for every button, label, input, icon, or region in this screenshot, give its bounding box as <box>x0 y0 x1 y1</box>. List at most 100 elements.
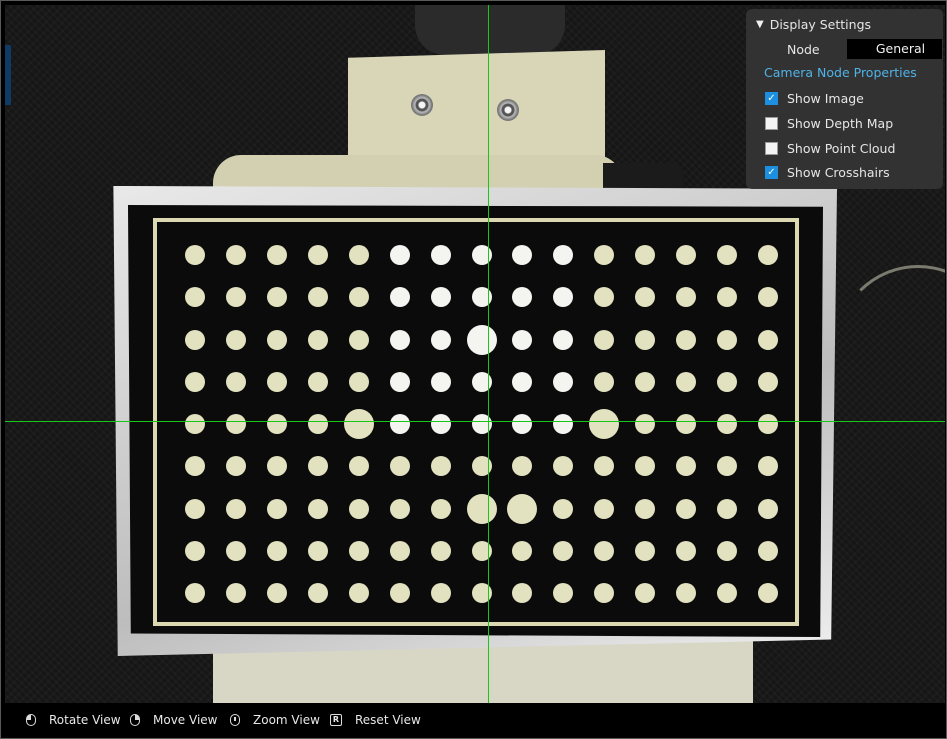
calibration-dot <box>389 245 410 265</box>
calibration-dot <box>512 371 533 392</box>
show-point-cloud-option[interactable]: Show Point Cloud <box>765 141 895 156</box>
calibration-dot <box>594 287 615 308</box>
calibration-dot <box>512 414 533 434</box>
calibration-dot <box>635 540 656 561</box>
calibration-dot <box>307 498 328 519</box>
calibration-dot <box>185 245 205 265</box>
show-image-checkbox[interactable]: ✓ <box>765 92 778 105</box>
calibration-dot <box>758 498 778 519</box>
rotate-view-label: Rotate View <box>49 713 121 727</box>
calibration-dot <box>389 329 410 350</box>
calibration-dot <box>225 371 246 392</box>
calibration-dot <box>225 498 246 519</box>
calibration-dot <box>635 245 656 265</box>
calibration-dot <box>185 287 205 308</box>
calibration-dot <box>348 540 369 561</box>
calibration-dot <box>307 583 328 603</box>
viewer-window: ▼ Display Settings Node General Camera N… <box>0 0 947 739</box>
calibration-dot <box>635 414 656 434</box>
calibration-dot <box>225 583 246 603</box>
rotate-view-hint[interactable]: Rotate View <box>26 713 121 727</box>
display-settings-header[interactable]: ▼ Display Settings <box>756 17 871 32</box>
calibration-dot <box>185 414 205 434</box>
calibration-dot <box>185 329 205 350</box>
calibration-dot <box>348 329 369 350</box>
show-crosshairs-label: Show Crosshairs <box>787 165 890 180</box>
calibration-dot <box>676 583 697 603</box>
show-crosshairs-checkbox[interactable]: ✓ <box>765 166 778 179</box>
calibration-dot <box>430 245 451 265</box>
calibration-dot <box>553 371 574 392</box>
calibration-dot <box>266 287 287 308</box>
show-image-option[interactable]: ✓ Show Image <box>765 91 864 106</box>
move-view-label: Move View <box>153 713 218 727</box>
calibration-dot <box>717 287 738 308</box>
move-view-hint[interactable]: Move View <box>130 713 217 727</box>
calibration-marker-dot <box>466 493 497 524</box>
calibration-dot <box>635 287 656 308</box>
node-label: Node <box>787 42 820 57</box>
reset-view-hint[interactable]: R Reset View <box>330 713 421 727</box>
calibration-dot <box>307 329 328 350</box>
calibration-dot <box>266 329 287 350</box>
mouse-left-icon <box>26 714 36 726</box>
controls-hint-bar: Rotate View Move View Zoom View R Reset … <box>2 703 945 738</box>
collapse-triangle-icon[interactable]: ▼ <box>756 19 764 30</box>
zoom-view-label: Zoom View <box>253 713 320 727</box>
node-row: Node General <box>746 39 943 59</box>
calibration-dot <box>717 371 738 392</box>
calibration-dot <box>553 456 574 477</box>
calibration-dot <box>553 540 574 561</box>
show-depth-map-label: Show Depth Map <box>787 116 894 131</box>
show-crosshairs-option[interactable]: ✓ Show Crosshairs <box>765 165 890 180</box>
calibration-dot <box>266 583 287 603</box>
calibration-dot <box>430 414 451 434</box>
calibration-dot <box>430 498 451 519</box>
calibration-dot <box>594 371 615 392</box>
calibration-dot <box>512 245 533 265</box>
calibration-dot <box>348 245 369 265</box>
calibration-dot <box>758 329 778 350</box>
calibration-dot <box>225 287 246 308</box>
calibration-dot <box>348 583 369 603</box>
calibration-dot <box>635 498 656 519</box>
calibration-dot <box>225 540 246 561</box>
calibration-dot <box>553 329 574 350</box>
calibration-marker-dot <box>507 493 538 524</box>
calibration-dot <box>676 329 697 350</box>
calibration-dot <box>676 287 697 308</box>
show-depth-map-checkbox[interactable] <box>765 117 778 130</box>
r-key-icon: R <box>330 714 342 726</box>
calibration-dot <box>266 456 287 477</box>
node-select[interactable]: General <box>847 39 942 59</box>
calibration-dot <box>676 245 697 265</box>
calibration-dot <box>635 371 656 392</box>
calibration-dot <box>348 456 369 477</box>
calibration-dot <box>717 456 738 477</box>
calibration-dot <box>307 456 328 477</box>
display-settings-title: Display Settings <box>769 17 872 32</box>
calibration-dot <box>266 371 287 392</box>
calibration-dot <box>225 414 246 434</box>
show-depth-map-option[interactable]: Show Depth Map <box>765 116 893 131</box>
calibration-dot <box>348 371 369 392</box>
calibration-dot <box>635 583 656 603</box>
calibration-marker-dot <box>466 324 497 355</box>
show-point-cloud-checkbox[interactable] <box>765 142 778 155</box>
calibration-dot <box>758 583 778 603</box>
zoom-view-hint[interactable]: Zoom View <box>230 713 320 727</box>
calibration-dot <box>553 287 574 308</box>
calibration-dot <box>676 456 697 477</box>
calibration-dot <box>758 371 778 392</box>
calibration-dot <box>389 456 410 477</box>
camera-node-properties-link[interactable]: Camera Node Properties <box>764 65 917 80</box>
calibration-dot <box>758 540 778 561</box>
calibration-dot <box>389 287 410 308</box>
calibration-dot <box>389 498 410 519</box>
calibration-dot <box>512 456 533 477</box>
calibration-dot <box>758 456 778 477</box>
calibration-dot <box>635 456 656 477</box>
calibration-dot <box>307 371 328 392</box>
calibration-dot <box>430 287 451 308</box>
calibration-dot <box>717 414 738 434</box>
